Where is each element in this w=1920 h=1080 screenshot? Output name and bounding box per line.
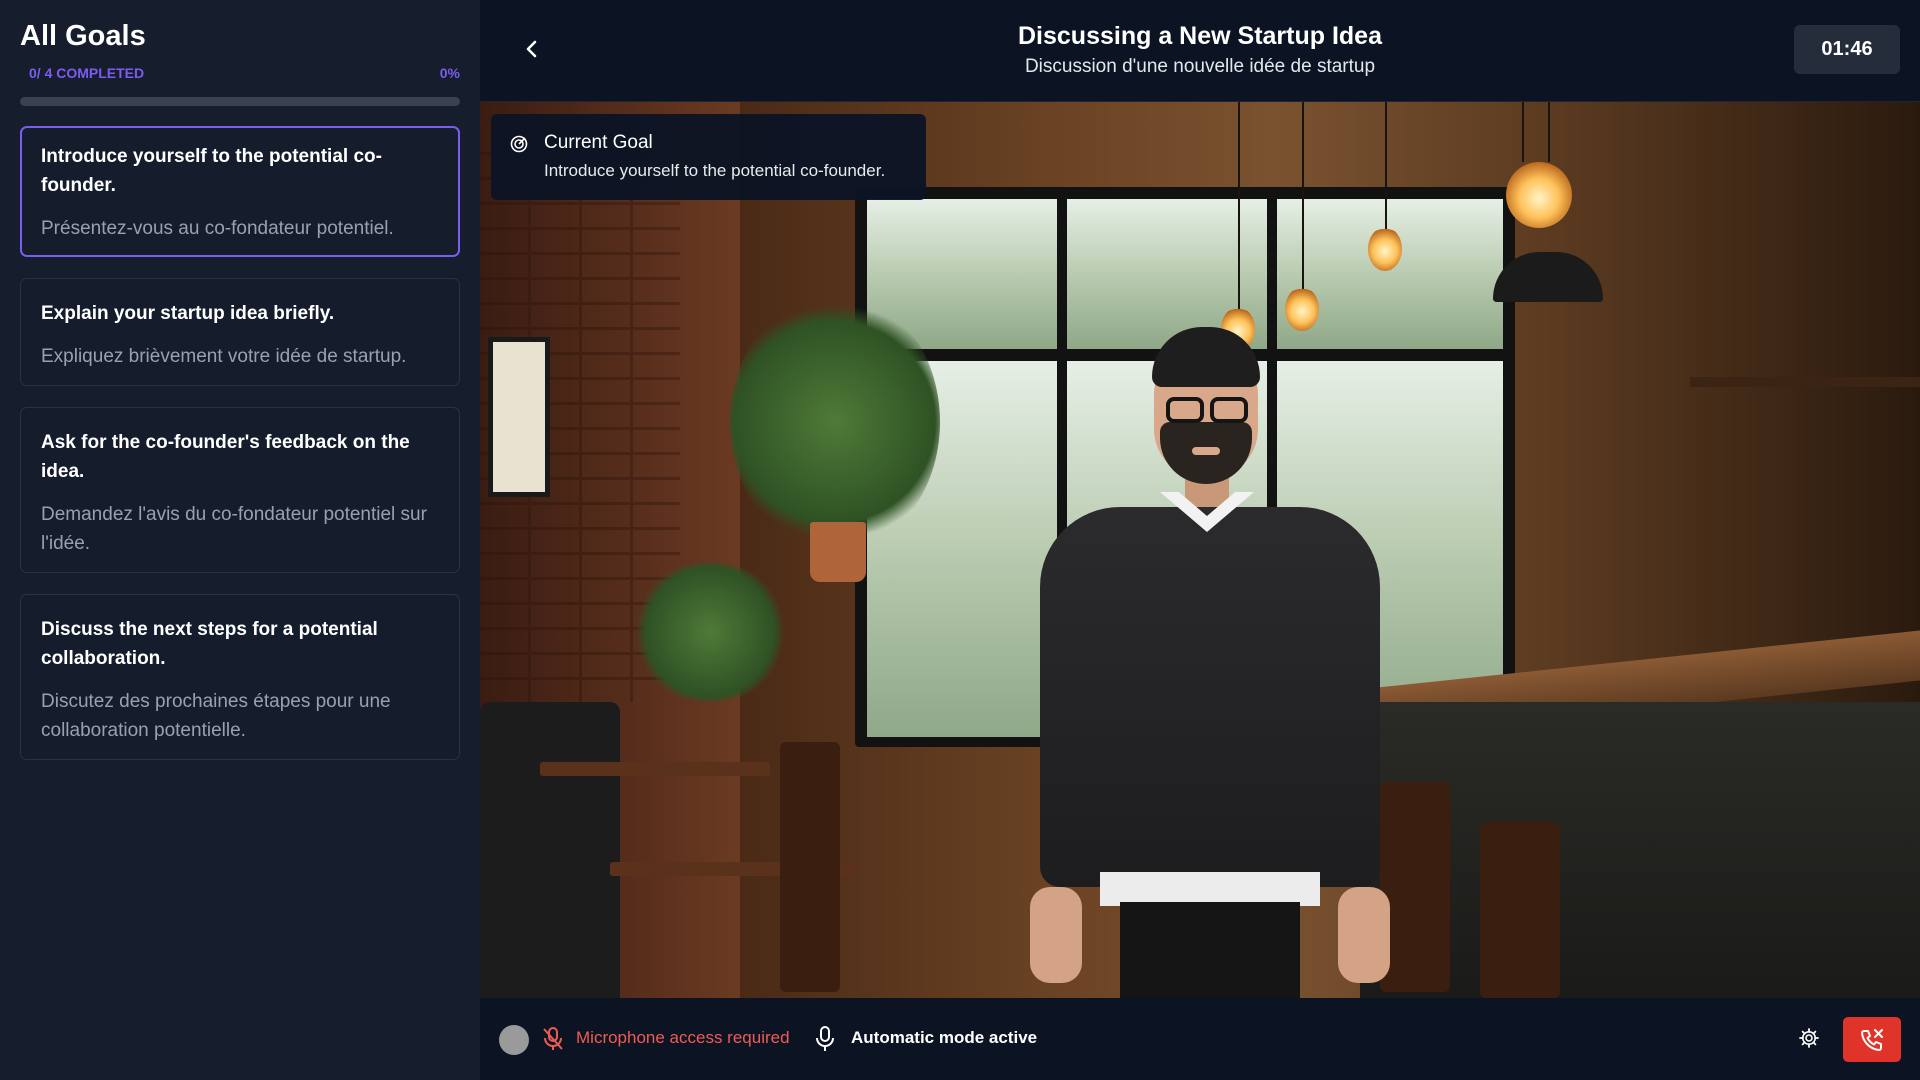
conversation-title: Discussing a New Startup Idea bbox=[1018, 22, 1382, 50]
conversation-subtitle: Discussion d'une nouvelle idée de startu… bbox=[1024, 56, 1376, 77]
current-goal-title: Current Goal bbox=[544, 132, 653, 153]
call-timer: 01:46 bbox=[1794, 25, 1900, 74]
avatar-hair bbox=[1152, 327, 1260, 387]
plant bbox=[730, 292, 940, 552]
goal-title: Introduce yourself to the potential co-f… bbox=[41, 146, 382, 196]
goals-sidebar: All Goals 0/ 4 COMPLETED 0% Introduce yo… bbox=[0, 0, 480, 1080]
conversation-header: Discussing a New Startup Idea Discussion… bbox=[480, 0, 1920, 102]
gear-icon[interactable] bbox=[1799, 1028, 1819, 1048]
goal-translation: Demandez l'avis du co-fondateur potentie… bbox=[41, 504, 427, 554]
goal-translation: Discutez des prochaines étapes pour une … bbox=[41, 691, 391, 741]
avatar-hand bbox=[1030, 887, 1082, 983]
pendant-lamp bbox=[1285, 287, 1319, 331]
mode-status-text: Automatic mode active bbox=[851, 1028, 1038, 1047]
goal-card-2[interactable]: Explain your startup idea briefly. Expli… bbox=[20, 278, 460, 386]
shelf bbox=[1690, 377, 1920, 387]
goal-card-3[interactable]: Ask for the co-founder's feedback on the… bbox=[20, 407, 460, 573]
cafe-table bbox=[540, 762, 770, 776]
avatar-character bbox=[1020, 327, 1400, 998]
cafe-chair bbox=[780, 742, 840, 992]
goal-card-4[interactable]: Discuss the next steps for a potential c… bbox=[20, 594, 460, 760]
call-controls: Microphone access required Automatic mod… bbox=[480, 998, 1920, 1080]
avatar-scene: Current Goal Introduce yourself to the p… bbox=[480, 102, 1920, 998]
booth-seat bbox=[480, 702, 620, 998]
avatar-hand bbox=[1338, 887, 1390, 983]
goals-completed-count: 0/ 4 COMPLETED bbox=[29, 65, 145, 81]
goal-card-1[interactable]: Introduce yourself to the potential co-f… bbox=[20, 126, 460, 257]
avatar-glasses bbox=[1166, 397, 1204, 423]
goals-percent: 0% bbox=[439, 65, 460, 81]
hang-up-button[interactable] bbox=[1843, 1017, 1901, 1062]
pendant-lamp bbox=[1506, 162, 1572, 228]
mic-icon[interactable] bbox=[814, 1025, 836, 1053]
avatar-mouth bbox=[1192, 447, 1220, 455]
avatar-sweater bbox=[1040, 507, 1380, 887]
target-icon bbox=[510, 135, 528, 153]
goal-translation: Présentez-vous au co-fondateur potentiel… bbox=[41, 218, 394, 239]
goal-title: Ask for the co-founder's feedback on the… bbox=[41, 432, 410, 482]
goal-translation: Expliquez brièvement votre idée de start… bbox=[41, 346, 407, 367]
avatar-pants bbox=[1120, 902, 1300, 998]
goals-list: Introduce yourself to the potential co-f… bbox=[20, 126, 460, 781]
goals-progress-bar bbox=[20, 97, 460, 106]
sidebar-title: All Goals bbox=[20, 20, 146, 52]
current-goal-card: Current Goal Introduce yourself to the p… bbox=[491, 114, 926, 200]
avatar-glasses bbox=[1210, 397, 1248, 423]
goal-title: Explain your startup idea briefly. bbox=[41, 303, 335, 324]
plant-pot bbox=[810, 522, 866, 582]
plant bbox=[630, 562, 790, 702]
wall-picture bbox=[488, 337, 550, 497]
avatar-shirt bbox=[1100, 872, 1320, 906]
status-indicator bbox=[499, 1025, 529, 1055]
phone-hangup-icon bbox=[1861, 1028, 1883, 1051]
mic-off-icon[interactable] bbox=[541, 1026, 565, 1052]
current-goal-text: Introduce yourself to the potential co-f… bbox=[544, 161, 886, 180]
pendant-lamp bbox=[1368, 227, 1402, 271]
goal-title: Discuss the next steps for a potential c… bbox=[41, 619, 378, 669]
mic-status-text: Microphone access required bbox=[576, 1028, 790, 1047]
bar-stool bbox=[1480, 822, 1560, 998]
